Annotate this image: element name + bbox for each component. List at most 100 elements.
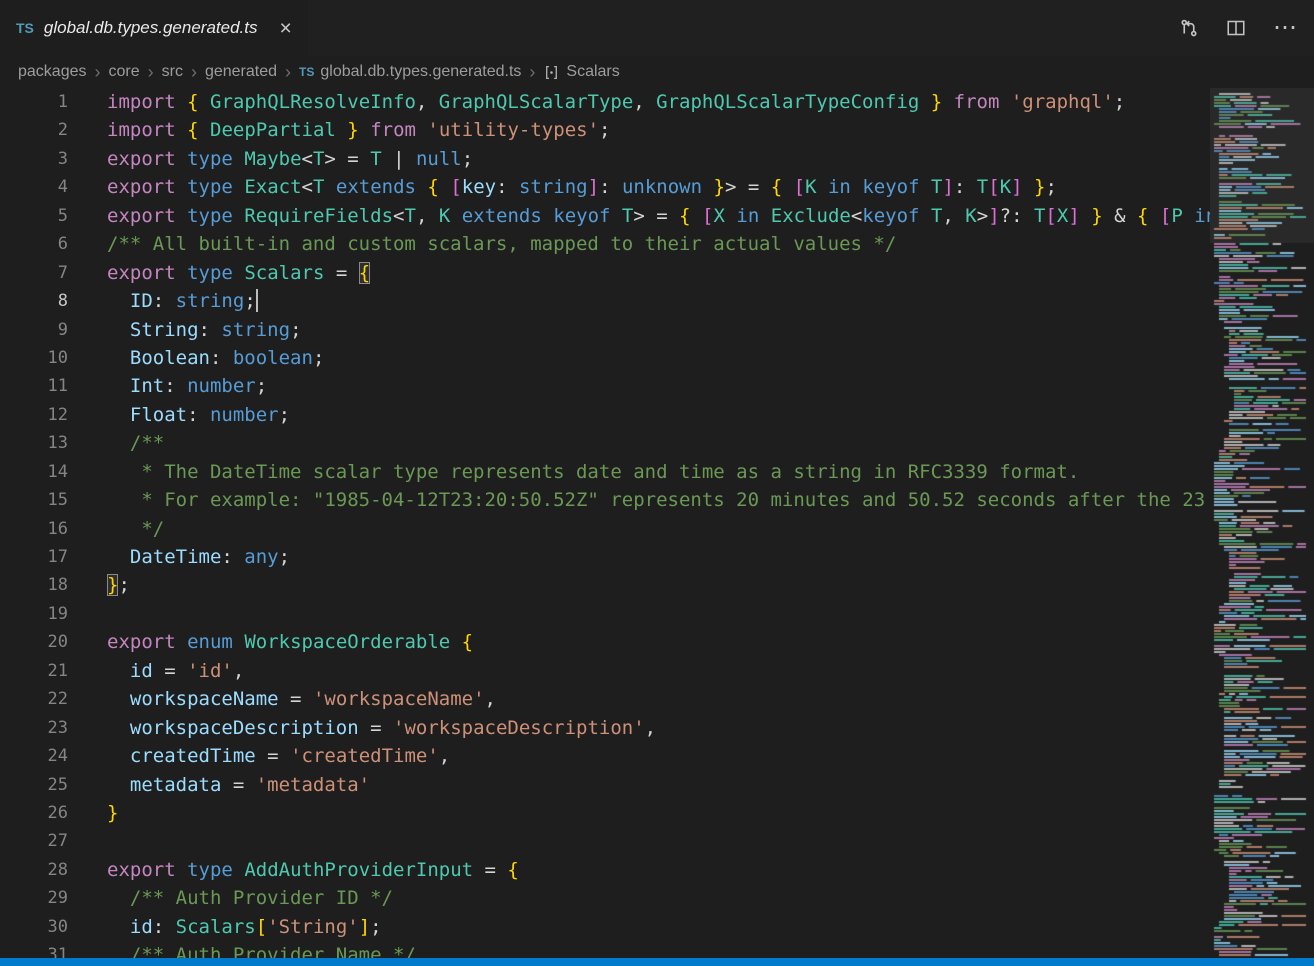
code-token [176,262,187,284]
code-token [176,631,187,653]
line-number: 11 [0,372,68,400]
code-text[interactable]: */ [107,515,164,543]
code-text[interactable]: Float: number; [107,401,290,429]
code-token: in [1194,205,1210,227]
code-token: T [931,176,942,198]
code-token: RequireFields [244,205,393,227]
breadcrumb-item-core[interactable]: core [109,63,140,81]
code-line[interactable]: 31 /** Auth Provider Name */ [0,941,1210,958]
line-number: 26 [0,799,68,827]
code-token: import [107,91,176,113]
code-text[interactable]: String: string; [107,316,302,344]
code-line[interactable]: 27 [0,827,1210,855]
code-line[interactable]: 10 Boolean: boolean; [0,344,1210,372]
code-line[interactable]: 23 workspaceDescription = 'workspaceDesc… [0,714,1210,742]
code-token: enum [187,631,233,653]
breadcrumb-item-src[interactable]: src [162,63,183,81]
code-text[interactable]: metadata = 'metadata' [107,771,370,799]
code-text[interactable]: } [107,799,118,827]
editor[interactable]: 1 import { GraphQLResolveInfo, GraphQLSca… [0,88,1210,958]
breadcrumb-item-generated[interactable]: generated [205,63,277,81]
code-text[interactable]: id = 'id', [107,657,244,685]
code-line[interactable]: 22 workspaceName = 'workspaceName', [0,685,1210,713]
breadcrumb-item-global-db-types-generated-ts[interactable]: TSglobal.db.types.generated.ts [299,63,521,81]
code-line[interactable]: 20export enum WorkspaceOrderable { [0,628,1210,656]
code-token: , [416,205,439,227]
code-text[interactable]: export type Scalars = { [107,259,370,287]
code-line[interactable]: 25 metadata = 'metadata' [0,771,1210,799]
code-token: > = [725,176,771,198]
code-line[interactable]: 15 * For example: "1985-04-12T23:20:50.5… [0,486,1210,514]
code-line[interactable]: 26} [0,799,1210,827]
code-line[interactable]: 14 * The DateTime scalar type represents… [0,458,1210,486]
code-line[interactable]: 30 id: Scalars['String']; [0,913,1210,941]
code-text[interactable]: import { GraphQLResolveInfo, GraphQLScal… [107,88,1125,116]
code-line[interactable]: 19 [0,600,1210,628]
code-text[interactable]: * For example: "1985-04-12T23:20:50.52Z"… [107,486,1205,514]
code-token [107,347,130,369]
code-text[interactable]: id: Scalars['String']; [107,913,382,941]
code-line[interactable]: 21 id = 'id', [0,657,1210,685]
code-text[interactable]: export type Maybe<T> = T | null; [107,145,473,173]
code-text[interactable]: createdTime = 'createdTime', [107,742,450,770]
code-text[interactable]: }; [107,571,130,599]
code-line[interactable]: 9 String: string; [0,316,1210,344]
code-line[interactable]: 13 /** [0,429,1210,457]
close-icon[interactable]: × [280,18,292,39]
code-line[interactable]: 3export type Maybe<T> = T | null; [0,145,1210,173]
code-line[interactable]: 8 ID: string; [0,287,1210,315]
code-token: , [416,91,439,113]
code-line[interactable]: 24 createdTime = 'createdTime', [0,742,1210,770]
code-line[interactable]: 28export type AddAuthProviderInput = { [0,856,1210,884]
code-token: , [485,688,496,710]
code-text[interactable]: Boolean: boolean; [107,344,324,372]
code-token: 'utility-types' [427,119,599,141]
code-text[interactable]: workspaceDescription = 'workspaceDescrip… [107,714,656,742]
code-line[interactable]: 1 import { GraphQLResolveInfo, GraphQLSca… [0,88,1210,116]
code-line[interactable]: 18}; [0,571,1210,599]
code-line[interactable]: 12 Float: number; [0,401,1210,429]
minimap-slider[interactable] [1210,88,1314,243]
code-text[interactable]: /** All built-in and custom scalars, map… [107,230,896,258]
code-text[interactable]: Int: number; [107,372,267,400]
code-text[interactable]: export type Exact<T extends { [key: stri… [107,173,1057,201]
breadcrumb-item-packages[interactable]: packages [18,63,87,81]
tab-global-db-types-generated-ts[interactable]: TS global.db.types.generated.ts × [0,0,308,56]
code-line[interactable]: 17 DateTime: any; [0,543,1210,571]
code-text[interactable]: /** Auth Provider Name */ [107,941,416,958]
open-changes-icon[interactable] [1179,18,1199,38]
code-text[interactable]: import { DeepPartial } from 'utility-typ… [107,116,610,144]
code-text[interactable]: workspaceName = 'workspaceName', [107,685,496,713]
code-line[interactable]: 7export type Scalars = { [0,259,1210,287]
code-text[interactable]: export type RequireFields<T, K extends k… [107,202,1210,230]
line-number: 22 [0,685,68,713]
code-text[interactable]: /** [107,429,164,457]
code-line[interactable]: 5export type RequireFields<T, K extends … [0,202,1210,230]
line-number: 4 [0,173,68,201]
code-text[interactable]: DateTime: any; [107,543,290,571]
code-line[interactable]: 2import { DeepPartial } from 'utility-ty… [0,116,1210,144]
code-text[interactable]: /** Auth Provider ID */ [107,884,393,912]
code-text[interactable]: export enum WorkspaceOrderable { [107,628,473,656]
code-token: keyof [553,205,610,227]
code-line[interactable]: 6/** All built-in and custom scalars, ma… [0,230,1210,258]
code-text[interactable]: ID: string; [107,287,258,315]
more-actions-icon[interactable]: ⋯ [1273,16,1298,40]
code-token [439,176,450,198]
code-text[interactable]: export type AddAuthProviderInput = { [107,856,519,884]
code-line[interactable]: 11 Int: number; [0,372,1210,400]
code-line[interactable]: 16 */ [0,515,1210,543]
code-line[interactable]: 4 export type Exact<T extends { [key: str… [0,173,1210,201]
code-line[interactable]: 29 /** Auth Provider ID */ [0,884,1210,912]
line-number: 1 [0,88,68,116]
split-editor-icon[interactable] [1226,18,1246,38]
code-text[interactable]: * The DateTime scalar type represents da… [107,458,1079,486]
code-token: { [359,262,370,284]
minimap[interactable] [1210,88,1314,958]
code-token: T [931,205,942,227]
code-token: K [965,205,976,227]
breadcrumb-label: src [162,63,183,81]
code-token: GraphQLScalarTypeConfig [656,91,919,113]
code-token: { [187,91,198,113]
breadcrumb-item-scalars[interactable]: Scalars [543,63,619,81]
